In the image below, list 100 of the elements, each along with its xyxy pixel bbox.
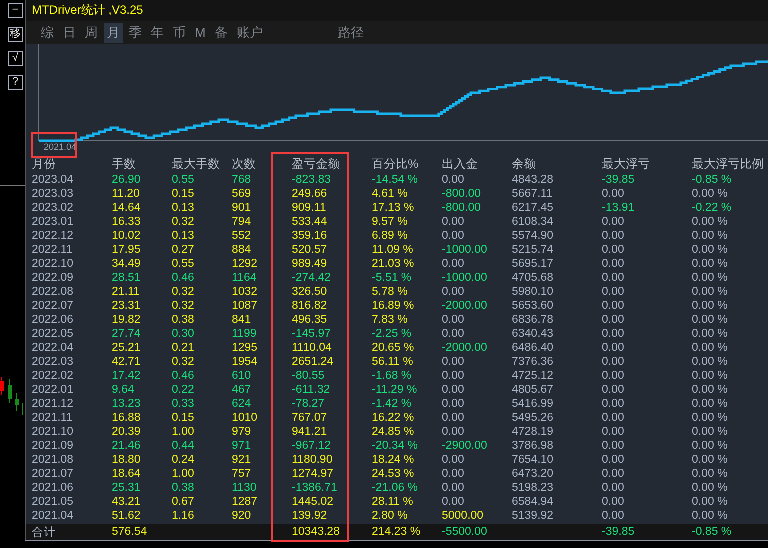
table-cell-text: 0.00 <box>442 258 466 270</box>
table-cell-text: 43.21 <box>112 496 142 508</box>
table-cell-text: 34.49 <box>112 258 142 270</box>
tool-button[interactable]: − <box>8 3 23 18</box>
table-cell-text: 2021.05 <box>32 496 75 508</box>
table-cell-text: 0.00 % <box>692 510 729 522</box>
table-cell-text: 7376.36 <box>512 356 555 368</box>
table-cell-text: 9.57 % <box>372 216 409 228</box>
table-cell-text: 0.00 <box>442 496 466 508</box>
table-cell-text: 2021.07 <box>32 468 75 480</box>
table-cell-text: 2022.01 <box>32 384 75 396</box>
tab[interactable]: 备 <box>212 22 231 43</box>
table-cell-text: 0.00 <box>442 216 466 228</box>
table-cell-text: 7654.10 <box>512 454 555 466</box>
tab[interactable]: 季 <box>126 22 145 43</box>
table-cell-text: 1199 <box>232 328 258 340</box>
table-cell-text: 5574.90 <box>512 230 555 242</box>
table-cell-text: 0.55 <box>172 258 196 270</box>
table-cell-text: -1386.71 <box>292 482 338 494</box>
table-cell-text: 0.00 <box>442 412 466 424</box>
table-cell-text: 17.42 <box>112 370 142 382</box>
table-cell-text: 0.00 % <box>692 188 729 200</box>
tool-button[interactable]: 移 <box>8 27 23 42</box>
table-cell-text: -39.85 <box>602 526 636 538</box>
table-cell-text: 767.07 <box>292 412 328 424</box>
table-cell-text: 0.00 <box>442 328 466 340</box>
table-cell-text: 0.44 <box>172 440 196 452</box>
table-cell-text: 909.11 <box>292 202 328 214</box>
column-header: 月份 <box>32 156 57 172</box>
table-cell-text: 2021.08 <box>32 454 75 466</box>
table-cell-text: 1087 <box>232 300 259 312</box>
table-cell-text: 17.95 <box>112 244 142 256</box>
table-cell-text: 0.32 <box>172 356 196 368</box>
table-cell-text: 816.82 <box>292 300 328 312</box>
table-cell-text: 6.89 % <box>372 230 409 242</box>
table-cell-text: 0.33 <box>172 398 196 410</box>
table-cell-text: 569 <box>232 188 252 200</box>
tab[interactable]: 币 <box>170 22 189 43</box>
table-cell-text: 768 <box>232 174 252 186</box>
table-cell-text: 0.00 <box>602 244 626 256</box>
table-cell-text: 1445.02 <box>292 496 335 508</box>
table-cell-text: 326.50 <box>292 286 328 298</box>
table-cell-text: 1954 <box>232 356 259 368</box>
table-cell-text: -13.91 <box>602 202 636 214</box>
table-cell-text: 552 <box>232 230 252 242</box>
tool-button[interactable]: √ <box>8 51 23 66</box>
table-cell-text: -1000.00 <box>442 272 488 284</box>
table-cell-text: 0.00 <box>602 426 626 438</box>
table-cell-text: 合计 <box>32 526 57 540</box>
table-cell-text: 1164 <box>232 272 258 284</box>
tab[interactable]: 路径 <box>334 22 367 43</box>
tab[interactable]: 年 <box>148 22 167 43</box>
tab[interactable]: 账户 <box>234 22 266 43</box>
table-cell-text: 2021.12 <box>32 398 75 410</box>
tool-button[interactable]: ? <box>8 75 23 90</box>
table-cell-text: 6340.43 <box>512 328 555 340</box>
table-cell-text: 0.00 % <box>692 286 729 298</box>
tab[interactable]: 周 <box>82 22 101 43</box>
table-cell-text: 0.00 % <box>692 328 729 340</box>
tab[interactable]: M <box>192 24 209 42</box>
table-cell-text: 576.54 <box>112 526 148 538</box>
table-cell-text: -1000.00 <box>442 244 488 256</box>
table-cell-text: 0.00 <box>602 384 626 396</box>
table-cell-text: -5500.00 <box>442 526 488 538</box>
table-cell-text: 14.64 <box>112 202 142 214</box>
table-cell-text: 5416.99 <box>512 398 555 410</box>
table-cell-text: 520.57 <box>292 244 328 256</box>
tab[interactable]: 综 <box>38 22 57 43</box>
table-cell-text: 0.00 % <box>692 342 729 354</box>
table-cell-text: 16.33 <box>112 216 142 228</box>
table-cell-text: -1.68 % <box>372 370 413 382</box>
table-cell-text: 25.21 <box>112 342 142 354</box>
table-cell-text: -823.83 <box>292 174 332 186</box>
table-cell-text: 24.53 % <box>372 468 416 480</box>
table-cell-text: 0.22 <box>172 384 196 396</box>
column-header: 手数 <box>112 156 137 172</box>
table-cell-text: 0.00 <box>602 258 626 270</box>
table-cell-text: 0.00 <box>442 482 466 494</box>
table-cell-text: 4.61 % <box>372 188 409 200</box>
table-cell-text: 0.00 <box>602 300 626 312</box>
table-cell-text: 610 <box>232 370 252 382</box>
table-cell-text: 1180.90 <box>292 454 334 466</box>
table-cell-text: 0.00 <box>442 230 466 242</box>
column-header: 最大手数 <box>172 156 221 172</box>
tab[interactable]: 月 <box>104 22 123 43</box>
table-cell-text: 2021.11 <box>32 412 74 424</box>
table-cell-text: 0.00 % <box>692 272 729 284</box>
table-cell-text: 6836.78 <box>512 314 555 326</box>
table-cell-text: 0.00 <box>442 468 466 480</box>
tab[interactable]: 日 <box>60 22 79 43</box>
table-cell-text: 6486.40 <box>512 342 555 354</box>
table-cell-text: 21.11 <box>112 286 141 298</box>
column-header: 余额 <box>512 156 537 172</box>
table-cell-text: 0.00 <box>602 216 626 228</box>
table-cell-text: 56.11 % <box>372 356 414 368</box>
table-cell-text: 0.00 <box>602 272 626 284</box>
table-cell-text: 757 <box>232 468 252 480</box>
table-cell-text: -967.12 <box>292 440 332 452</box>
column-header: 盈亏金额 <box>292 156 341 172</box>
table-cell-text: 0.00 <box>602 482 626 494</box>
